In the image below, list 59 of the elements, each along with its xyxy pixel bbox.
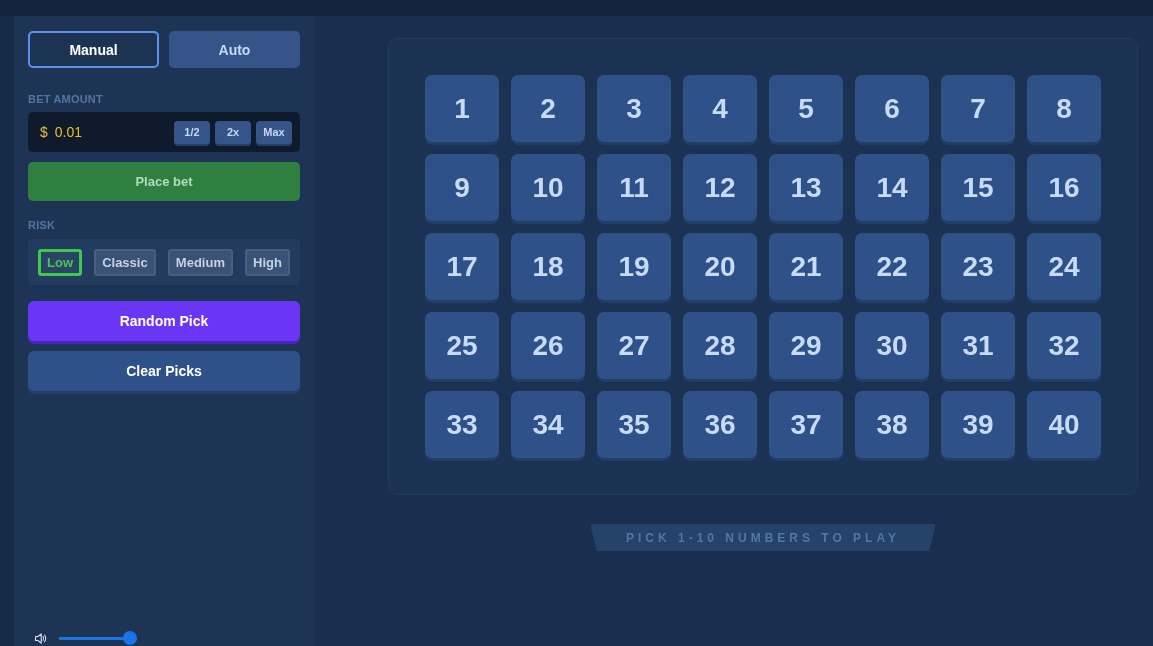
number-tile[interactable]: 5 — [769, 75, 843, 142]
number-tile[interactable]: 7 — [941, 75, 1015, 142]
number-tile[interactable]: 6 — [855, 75, 929, 142]
clear-picks-button[interactable]: Clear Picks — [28, 351, 300, 391]
number-tile[interactable]: 4 — [683, 75, 757, 142]
mode-tab[interactable]: Auto — [169, 31, 300, 68]
bet-multiplier-button[interactable]: 2x — [215, 120, 251, 144]
risk-option[interactable]: Low — [38, 248, 82, 276]
number-tile[interactable]: 1 — [425, 75, 499, 142]
instruction-banner: PICK 1-10 NUMBERS TO PLAY — [589, 524, 936, 551]
number-tile[interactable]: 21 — [769, 233, 843, 300]
number-tile[interactable]: 12 — [683, 154, 757, 221]
number-tile[interactable]: 22 — [855, 233, 929, 300]
number-tile[interactable]: 27 — [597, 312, 671, 379]
number-tile[interactable]: 11 — [597, 154, 671, 221]
number-tile[interactable]: 26 — [511, 312, 585, 379]
number-tile[interactable]: 14 — [855, 154, 929, 221]
number-tile[interactable]: 18 — [511, 233, 585, 300]
number-tile[interactable]: 10 — [511, 154, 585, 221]
number-tile[interactable]: 24 — [1027, 233, 1101, 300]
number-tile[interactable]: 30 — [855, 312, 929, 379]
number-tile[interactable]: 29 — [769, 312, 843, 379]
number-tile[interactable]: 16 — [1027, 154, 1101, 221]
mode-tab[interactable]: Manual — [28, 31, 159, 68]
bet-multiplier-button[interactable]: 1/2 — [174, 120, 210, 144]
volume-slider-thumb[interactable] — [123, 631, 137, 645]
bet-amount-value: 0.01 — [54, 124, 83, 140]
number-tile[interactable]: 25 — [425, 312, 499, 379]
number-tile[interactable]: 31 — [941, 312, 1015, 379]
currency-symbol: $ — [40, 124, 48, 140]
number-tile[interactable]: 20 — [683, 233, 757, 300]
number-tile[interactable]: 19 — [597, 233, 671, 300]
bet-amount-label: BET AMOUNT — [28, 93, 104, 105]
risk-option[interactable]: Medium — [167, 248, 233, 276]
risk-option[interactable]: Classic — [94, 248, 156, 276]
number-tile[interactable]: 39 — [941, 391, 1015, 458]
number-tile[interactable]: 40 — [1027, 391, 1101, 458]
number-tile[interactable]: 13 — [769, 154, 843, 221]
number-tile[interactable]: 3 — [597, 75, 671, 142]
number-tile[interactable]: 17 — [425, 233, 499, 300]
number-tile[interactable]: 23 — [941, 233, 1015, 300]
number-tile[interactable]: 32 — [1027, 312, 1101, 379]
number-tile[interactable]: 28 — [683, 312, 757, 379]
number-tile[interactable]: 2 — [511, 75, 585, 142]
risk-label: RISK — [28, 219, 57, 231]
bet-multiplier-button[interactable]: Max — [256, 120, 292, 144]
risk-option[interactable]: High — [245, 248, 290, 276]
number-tile[interactable]: 38 — [855, 391, 929, 458]
number-tile[interactable]: 33 — [425, 391, 499, 458]
number-tile[interactable]: 34 — [511, 391, 585, 458]
number-tile[interactable]: 8 — [1027, 75, 1101, 142]
number-tile[interactable]: 9 — [425, 154, 499, 221]
bet-amount-field[interactable]: $ 0.01 1/2 2x Max — [28, 112, 300, 152]
speaker-icon[interactable] — [35, 632, 47, 644]
number-tile[interactable]: 37 — [769, 391, 843, 458]
number-tile[interactable]: 36 — [683, 391, 757, 458]
random-pick-button[interactable]: Random Pick — [28, 301, 300, 341]
number-tile[interactable]: 35 — [597, 391, 671, 458]
number-tile[interactable]: 15 — [941, 154, 1015, 221]
